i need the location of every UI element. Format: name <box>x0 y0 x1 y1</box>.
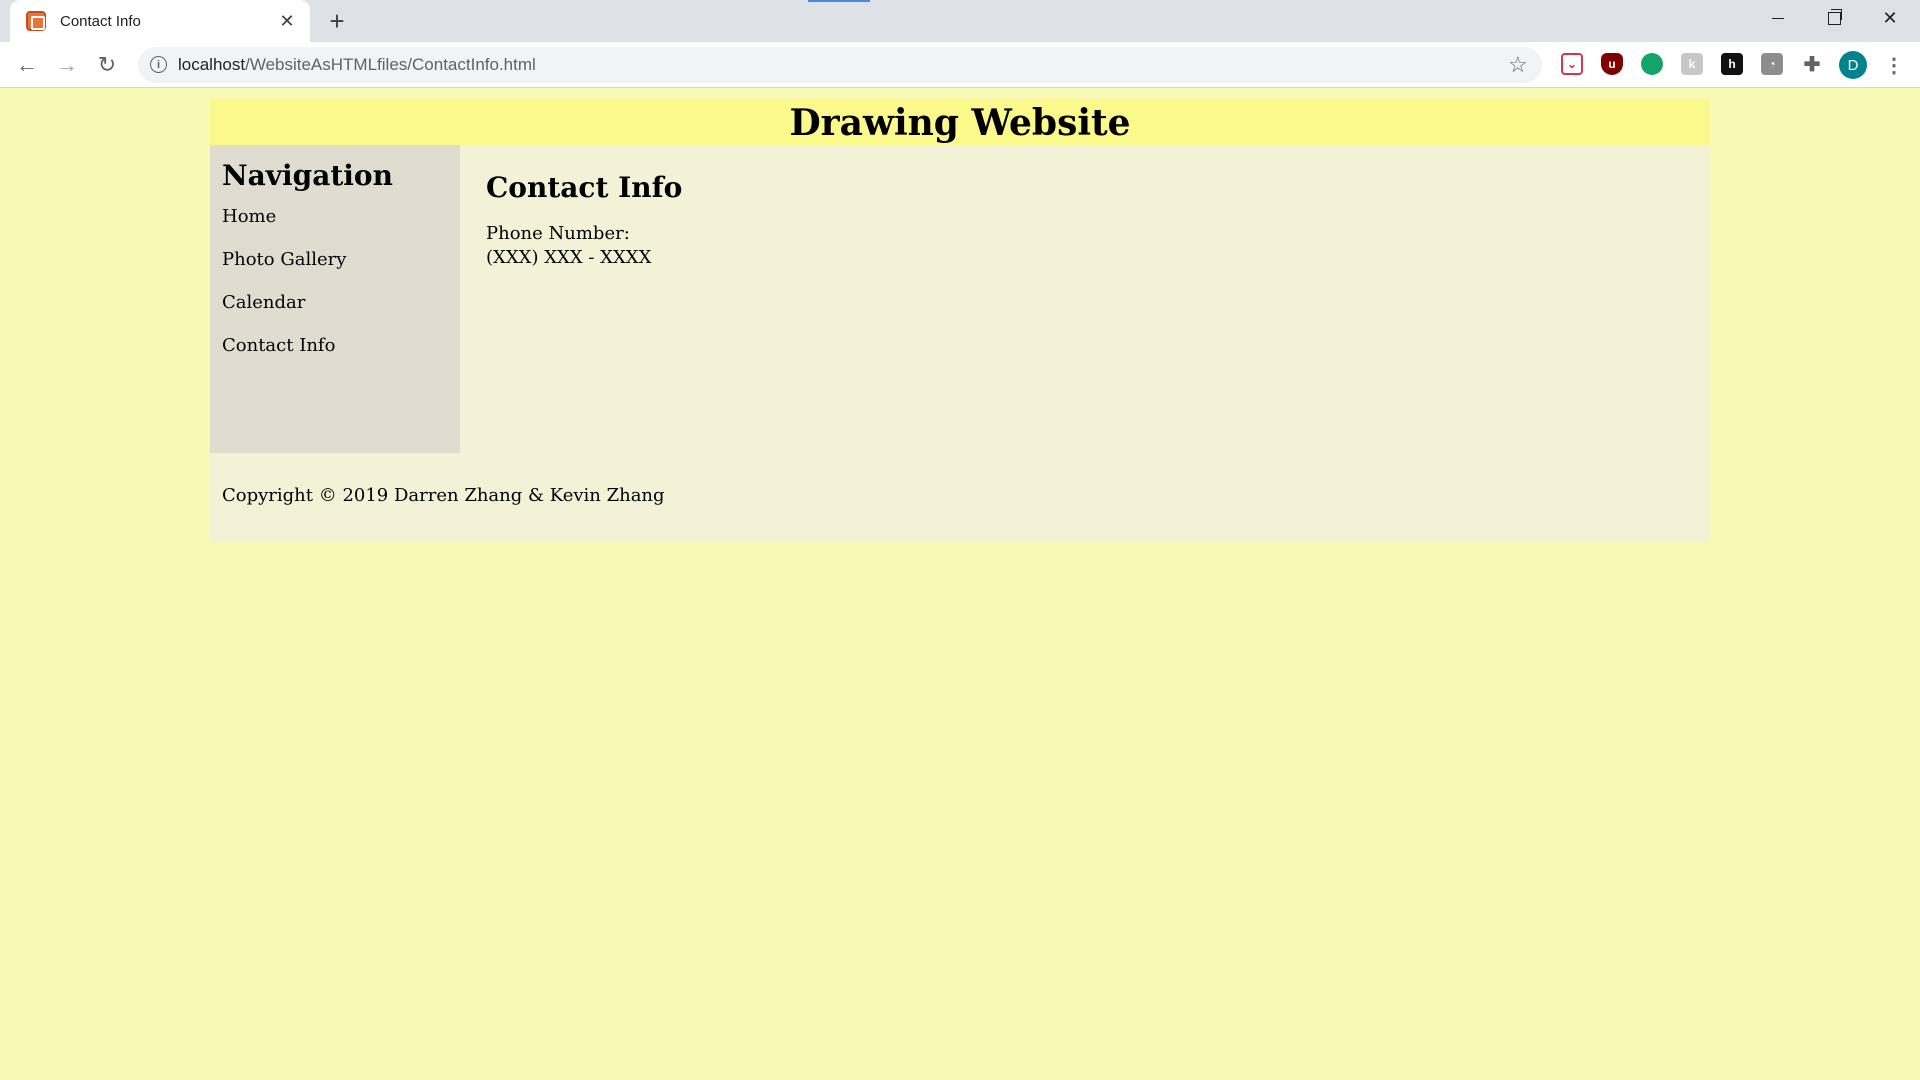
puzzle-icon[interactable]: ✚ <box>1801 53 1823 76</box>
nav-link-photo-gallery[interactable]: Photo Gallery <box>222 249 448 270</box>
extension-icon[interactable]: ◔ <box>1761 53 1783 75</box>
minimize-button[interactable] <box>1750 0 1806 36</box>
honey-extension-icon[interactable]: h <box>1721 53 1743 75</box>
reload-icon: ↻ <box>97 52 117 77</box>
page-viewport: Drawing Website Navigation Home Photo Ga… <box>0 89 1920 1080</box>
url-text[interactable]: localhost/WebsiteAsHTMLfiles/ContactInfo… <box>178 55 536 75</box>
navigation-sidebar: Navigation Home Photo Gallery Calendar C… <box>210 145 460 453</box>
page-heading: Contact Info <box>486 171 683 204</box>
site-title: Drawing Website <box>210 99 1710 145</box>
tab-drag-indicator <box>808 0 870 2</box>
browser-tab-strip: Contact Info ✕ + ✕ <box>0 0 1920 42</box>
pocket-extension-icon[interactable]: ⌄ <box>1561 53 1583 75</box>
phone-value: (XXX) XXX - XXXX <box>486 247 652 268</box>
phone-label: Phone Number: <box>486 223 630 244</box>
new-tab-button[interactable]: + <box>322 6 352 36</box>
site-footer: Copyright © 2019 Darren Zhang & Kevin Zh… <box>210 453 1710 541</box>
close-tab-icon[interactable]: ✕ <box>276 10 298 32</box>
restore-button[interactable] <box>1806 0 1862 36</box>
profile-avatar[interactable]: D <box>1839 51 1867 79</box>
arrow-left-icon: ← <box>16 52 38 77</box>
nav-link-home[interactable]: Home <box>222 206 448 227</box>
site-body: Navigation Home Photo Gallery Calendar C… <box>210 145 1710 453</box>
navigation-heading: Navigation <box>222 159 393 192</box>
ublock-extension-icon[interactable]: u <box>1601 53 1623 75</box>
close-window-button[interactable]: ✕ <box>1862 0 1918 36</box>
info-icon[interactable]: i <box>150 56 167 73</box>
arrow-right-icon: → <box>56 52 78 77</box>
browser-tab[interactable]: Contact Info ✕ <box>10 0 310 42</box>
grammarly-extension-icon[interactable] <box>1641 53 1663 75</box>
star-icon[interactable]: ☆ <box>1508 52 1528 78</box>
address-bar[interactable]: i localhost/WebsiteAsHTMLfiles/ContactIn… <box>138 47 1542 83</box>
back-button[interactable]: ← <box>11 49 43 81</box>
nav-link-contact-info[interactable]: Contact Info <box>222 335 448 356</box>
url-path: /WebsiteAsHTMLfiles/ContactInfo.html <box>245 55 536 74</box>
forward-button[interactable]: → <box>51 49 83 81</box>
close-icon: ✕ <box>1882 7 1898 28</box>
xampp-favicon-icon <box>26 11 46 31</box>
minimize-icon <box>1772 17 1784 19</box>
restore-icon <box>1827 8 1842 25</box>
reload-button[interactable]: ↻ <box>91 49 123 81</box>
kebab-menu-icon[interactable]: ⋮ <box>1880 51 1908 79</box>
extension-icon[interactable]: k <box>1681 53 1703 75</box>
nav-link-calendar[interactable]: Calendar <box>222 292 448 313</box>
tab-title: Contact Info <box>60 12 141 30</box>
browser-toolbar: ← → ↻ i localhost/WebsiteAsHTMLfiles/Con… <box>0 42 1920 88</box>
url-host: localhost <box>178 55 246 74</box>
site-container: Drawing Website Navigation Home Photo Ga… <box>210 99 1710 541</box>
main-content: Contact Info Phone Number: (XXX) XXX - X… <box>460 145 1710 453</box>
